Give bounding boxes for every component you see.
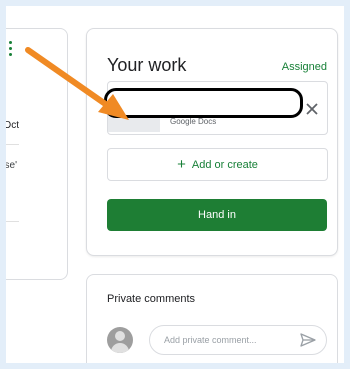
attachment-item[interactable]: Google Docs [104,81,328,135]
add-or-create-label: Add or create [191,158,258,171]
add-or-create-button[interactable]: + Add or create [107,148,328,181]
divider [6,221,19,222]
your-work-card: Your work Assigned Google Docs + Add or … [86,28,338,256]
avatar [107,327,133,353]
attachment-type-label: Google Docs [170,117,217,126]
assignment-details-card: Due 21 Oct because' [6,28,68,280]
comment-placeholder: Add private comment... [164,335,257,345]
close-icon[interactable] [305,102,319,116]
status-badge: Assigned [281,61,327,73]
hand-in-button[interactable]: Hand in [107,199,327,231]
divider [6,144,19,145]
private-comments-card: Private comments Add private comment... [86,274,338,363]
redacted-filename-box [104,88,303,118]
private-comment-input[interactable]: Add private comment... [149,325,327,355]
your-work-title: Your work [107,55,187,75]
assignment-description: because' [6,160,17,171]
hand-in-label: Hand in [198,209,236,221]
private-comments-title: Private comments [107,293,196,305]
send-icon[interactable] [300,333,316,347]
plus-icon: + [177,156,186,173]
more-vert-icon[interactable] [9,41,13,59]
due-date: Due 21 Oct [6,120,19,131]
classroom-assignment-view: Due 21 Oct because' Your work Assigned G… [6,6,344,363]
